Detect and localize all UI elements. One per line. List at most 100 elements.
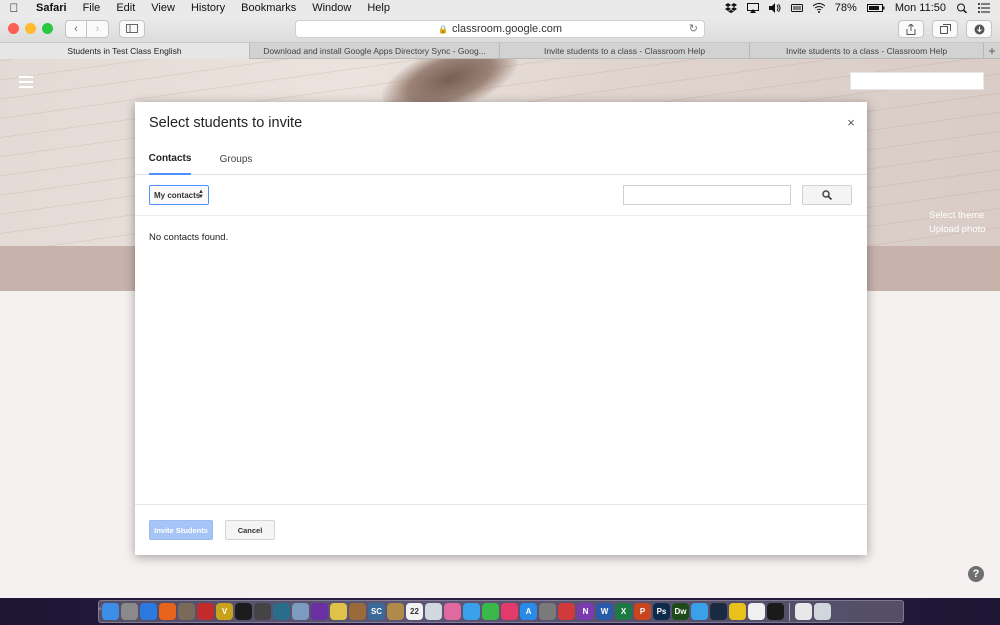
app-icon[interactable] <box>254 603 271 620</box>
search-icon <box>822 190 832 200</box>
app-icon[interactable] <box>178 603 195 620</box>
tab-groups[interactable]: Groups <box>219 143 253 175</box>
app-icon[interactable] <box>273 603 290 620</box>
help-icon[interactable]: ? <box>968 566 984 582</box>
chevron-right-icon: › <box>95 22 100 35</box>
menu-history[interactable]: History <box>183 2 233 14</box>
steam-icon[interactable] <box>710 603 727 620</box>
word-icon[interactable]: W <box>596 603 613 620</box>
select-theme-link[interactable]: Select theme <box>929 209 986 223</box>
minimize-window-button[interactable] <box>25 23 36 34</box>
itunes-icon[interactable] <box>501 603 518 620</box>
dock-separator <box>789 602 790 621</box>
menu-clock[interactable]: Mon 11:50 <box>895 2 946 14</box>
menu-window[interactable]: Window <box>304 2 359 14</box>
messages-icon[interactable] <box>463 603 480 620</box>
app-icon[interactable] <box>795 603 812 620</box>
terminal-icon[interactable] <box>767 603 784 620</box>
classroom-page: Select theme Upload photo ? Select stude… <box>0 59 1000 598</box>
browser-toolbar: ‹ › 🔒 classroom.google.com ↻ <box>0 15 1000 43</box>
app-icon[interactable] <box>330 603 347 620</box>
finder-icon[interactable] <box>102 603 119 620</box>
firefox-icon[interactable] <box>159 603 176 620</box>
calendar-icon[interactable]: 22 <box>406 603 423 620</box>
upload-photo-link[interactable]: Upload photo <box>929 223 986 237</box>
tab-contacts[interactable]: Contacts <box>149 143 191 175</box>
app-icon[interactable]: SC <box>368 603 385 620</box>
notification-center-icon[interactable] <box>978 2 990 13</box>
menu-edit[interactable]: Edit <box>108 2 143 14</box>
app-icon[interactable] <box>197 603 214 620</box>
onenote-icon[interactable]: N <box>577 603 594 620</box>
airplay-icon[interactable] <box>746 2 759 13</box>
back-button[interactable]: ‹ <box>65 19 87 38</box>
contacts-select[interactable]: My contacts ▲ ▼ <box>149 185 209 205</box>
menu-app-name[interactable]: Safari <box>28 2 75 14</box>
browser-tab[interactable]: Download and install Google Apps Directo… <box>250 43 500 59</box>
app-store-icon[interactable]: A <box>520 603 537 620</box>
app-icon[interactable]: V <box>216 603 233 620</box>
page-top-field[interactable] <box>850 72 984 90</box>
hamburger-menu-icon[interactable] <box>19 76 33 88</box>
volume-icon[interactable] <box>768 2 781 13</box>
wifi-icon[interactable] <box>812 2 825 13</box>
photoshop-icon[interactable]: Ps <box>653 603 670 620</box>
address-bar[interactable]: 🔒 classroom.google.com ↻ <box>295 20 705 38</box>
select-arrows-icon: ▲ ▼ <box>198 189 204 200</box>
safari-icon[interactable] <box>140 603 157 620</box>
twitter-icon[interactable] <box>691 603 708 620</box>
browser-tab-bar: Students in Test Class English Download … <box>0 43 1000 59</box>
app-icon[interactable] <box>311 603 328 620</box>
chevron-left-icon: ‹ <box>74 22 78 35</box>
battery-percent: 78% <box>834 1 857 14</box>
new-tab-button[interactable]: + <box>984 43 1000 59</box>
browser-tab[interactable]: Invite students to a class - Classroom H… <box>500 43 750 59</box>
app-icon[interactable] <box>235 603 252 620</box>
app-icon[interactable] <box>349 603 366 620</box>
tab-overview-button[interactable] <box>932 20 958 38</box>
keyboard-icon[interactable] <box>790 3 803 13</box>
excel-icon[interactable]: X <box>615 603 632 620</box>
menu-bookmarks[interactable]: Bookmarks <box>233 2 304 14</box>
downloads-button[interactable] <box>966 20 992 38</box>
app-icon[interactable] <box>729 603 746 620</box>
close-icon[interactable]: × <box>845 115 857 130</box>
menu-bar:  Safari File Edit View History Bookmark… <box>0 0 1000 15</box>
close-window-button[interactable] <box>8 23 19 34</box>
dreamweaver-icon[interactable]: Dw <box>672 603 689 620</box>
photos-icon[interactable] <box>444 603 461 620</box>
dropbox-icon[interactable] <box>724 2 737 13</box>
sidebar-toggle-button[interactable] <box>119 19 145 38</box>
cancel-button[interactable]: Cancel <box>225 520 275 540</box>
forward-button[interactable]: › <box>87 19 109 38</box>
app-icon[interactable] <box>558 603 575 620</box>
app-icon[interactable] <box>748 603 765 620</box>
share-button[interactable] <box>898 20 924 38</box>
app-icon[interactable] <box>387 603 404 620</box>
menu-help[interactable]: Help <box>359 2 398 14</box>
search-button[interactable] <box>802 185 852 205</box>
reload-icon[interactable]: ↻ <box>689 22 698 35</box>
zoom-window-button[interactable] <box>42 23 53 34</box>
contacts-search-input[interactable] <box>623 185 791 205</box>
trash-icon[interactable] <box>814 603 831 620</box>
apple-menu-icon[interactable]:  <box>0 1 28 15</box>
dialog-tabs: Contacts Groups <box>135 143 867 175</box>
facetime-icon[interactable] <box>482 603 499 620</box>
battery-icon[interactable] <box>866 3 885 13</box>
empty-message: No contacts found. <box>149 232 229 243</box>
system-prefs-icon[interactable] <box>539 603 556 620</box>
launchpad-icon[interactable] <box>121 603 138 620</box>
dialog-footer: Invite Students Cancel <box>135 504 867 555</box>
invite-students-button[interactable]: Invite Students <box>149 520 213 540</box>
app-icon[interactable] <box>425 603 442 620</box>
tabs-icon <box>939 24 951 34</box>
browser-tab[interactable]: Invite students to a class - Classroom H… <box>750 43 984 59</box>
menu-view[interactable]: View <box>143 2 183 14</box>
spotlight-search-icon[interactable] <box>956 3 968 13</box>
app-icon[interactable] <box>292 603 309 620</box>
powerpoint-icon[interactable]: P <box>634 603 651 620</box>
browser-tab[interactable]: Students in Test Class English <box>0 43 250 59</box>
menu-file[interactable]: File <box>75 2 109 14</box>
invite-students-dialog: Select students to invite × Contacts Gro… <box>135 102 867 555</box>
